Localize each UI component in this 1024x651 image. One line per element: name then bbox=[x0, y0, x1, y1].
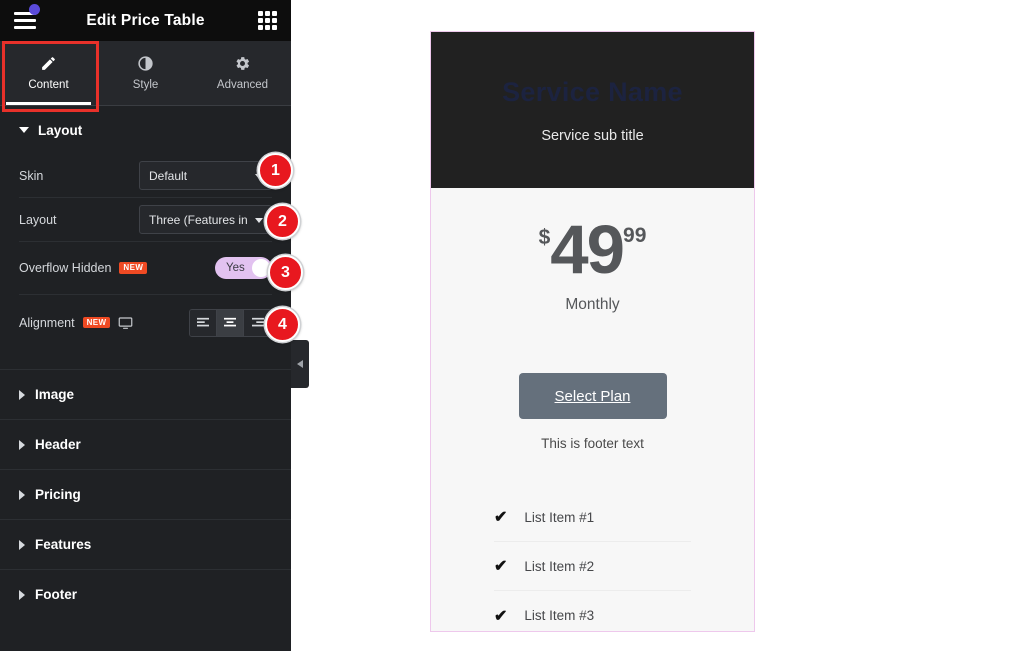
section-header-label: Header bbox=[35, 437, 81, 452]
caret-right-icon bbox=[19, 489, 25, 500]
annotation-badge-3: 3 bbox=[268, 255, 303, 290]
tab-content[interactable]: Content bbox=[0, 41, 97, 105]
tab-advanced-label: Advanced bbox=[216, 79, 269, 91]
section-features[interactable]: Features bbox=[0, 519, 291, 569]
alignment-button-group bbox=[189, 308, 272, 337]
overflow-hidden-toggle-label: Yes bbox=[226, 262, 245, 274]
tab-style-label: Style bbox=[132, 79, 159, 91]
section-pricing[interactable]: Pricing bbox=[0, 469, 291, 519]
section-image-label: Image bbox=[35, 387, 75, 402]
check-icon: ✔ bbox=[494, 558, 508, 575]
skin-select[interactable]: Default bbox=[139, 161, 272, 190]
control-alignment-label: Alignment NEW bbox=[19, 316, 189, 330]
control-skin-label: Skin bbox=[19, 168, 44, 183]
control-overflow-hidden-label: Overflow Hidden NEW bbox=[19, 261, 215, 275]
control-alignment: Alignment NEW bbox=[19, 295, 272, 350]
preview-canvas: Service Name Service sub title $ 49 99 M… bbox=[291, 0, 1024, 651]
list-item-label: List Item #1 bbox=[524, 509, 595, 525]
list-item-label: List Item #2 bbox=[524, 558, 595, 574]
price-table-header: Service Name Service sub title bbox=[431, 32, 754, 188]
section-layout-title: Layout bbox=[38, 122, 83, 138]
panel-tabs: Content Style Advanced bbox=[0, 41, 291, 112]
control-skin: Skin Default bbox=[19, 154, 272, 198]
footer-text: This is footer text bbox=[541, 436, 644, 451]
monitor-icon[interactable] bbox=[118, 316, 133, 330]
caret-right-icon bbox=[19, 589, 25, 600]
collapsed-sections: Image Header Pricing Features Footer bbox=[0, 369, 291, 619]
price-fraction: 99 bbox=[623, 224, 647, 247]
tab-content-label: Content bbox=[28, 79, 69, 91]
tab-style[interactable]: Style bbox=[97, 41, 194, 105]
section-layout: Layout Skin Default Layout Three (Featur… bbox=[0, 106, 291, 350]
section-header[interactable]: Header bbox=[0, 419, 291, 469]
service-sub-title: Service sub title bbox=[541, 127, 644, 144]
list-item-label: List Item #3 bbox=[524, 608, 595, 623]
chevron-left-icon bbox=[297, 360, 303, 368]
editor-screen: Edit Price Table Content Style Advanced … bbox=[0, 0, 1024, 651]
section-footer[interactable]: Footer bbox=[0, 569, 291, 619]
price-period: Monthly bbox=[565, 296, 620, 313]
caret-down-icon bbox=[19, 127, 29, 133]
skin-select-value: Default bbox=[149, 168, 188, 183]
new-badge: NEW bbox=[82, 316, 111, 329]
section-features-label: Features bbox=[35, 537, 92, 552]
panel-header: Edit Price Table bbox=[0, 0, 291, 41]
pencil-icon bbox=[40, 55, 57, 72]
overflow-hidden-toggle[interactable]: Yes bbox=[215, 257, 272, 279]
notification-dot-icon bbox=[29, 4, 40, 15]
service-name: Service Name bbox=[502, 76, 683, 107]
caret-right-icon bbox=[19, 539, 25, 550]
check-icon: ✔ bbox=[494, 607, 508, 625]
select-plan-button[interactable]: Select Plan bbox=[518, 373, 667, 419]
check-icon: ✔ bbox=[494, 509, 508, 526]
page-title: Edit Price Table bbox=[86, 11, 205, 29]
control-overflow-hidden: Overflow Hidden NEW Yes bbox=[19, 242, 272, 295]
new-badge: NEW bbox=[119, 262, 148, 274]
control-layout-label: Layout bbox=[19, 212, 57, 227]
contrast-circle-icon bbox=[137, 55, 154, 72]
editor-panel: Edit Price Table Content Style Advanced … bbox=[0, 0, 291, 651]
section-layout-header[interactable]: Layout bbox=[19, 106, 272, 154]
list-item: ✔ List Item #1 bbox=[494, 493, 691, 542]
section-image[interactable]: Image bbox=[0, 369, 291, 419]
align-center-button[interactable] bbox=[217, 309, 244, 336]
layout-select[interactable]: Three (Features in bbox=[139, 205, 272, 234]
list-item: ✔ List Item #3 bbox=[494, 591, 691, 631]
list-item: ✔ List Item #2 bbox=[494, 542, 691, 591]
chevron-down-icon bbox=[255, 218, 263, 223]
annotation-badge-1: 1 bbox=[258, 153, 293, 188]
caret-right-icon bbox=[19, 389, 25, 400]
caret-right-icon bbox=[19, 439, 25, 450]
panel-collapse-handle[interactable] bbox=[291, 340, 309, 388]
layout-select-value: Three (Features in bbox=[149, 212, 248, 227]
align-left-button[interactable] bbox=[190, 309, 217, 336]
tab-advanced[interactable]: Advanced bbox=[194, 41, 291, 105]
annotation-badge-2: 2 bbox=[265, 204, 300, 239]
apps-grid-icon[interactable] bbox=[258, 11, 277, 30]
price-block: $ 49 99 bbox=[431, 188, 754, 284]
price-table-widget[interactable]: Service Name Service sub title $ 49 99 M… bbox=[430, 31, 755, 632]
control-layout: Layout Three (Features in bbox=[19, 198, 272, 242]
annotation-badge-4: 4 bbox=[265, 307, 300, 342]
section-footer-label: Footer bbox=[35, 587, 77, 602]
section-pricing-label: Pricing bbox=[35, 487, 81, 502]
price-currency: $ bbox=[538, 226, 551, 249]
gear-icon bbox=[234, 55, 251, 72]
price-integer: 49 bbox=[550, 211, 625, 288]
cta-wrapper: Select Plan bbox=[431, 373, 754, 419]
features-list: ✔ List Item #1 ✔ List Item #2 ✔ List Ite… bbox=[431, 493, 754, 631]
